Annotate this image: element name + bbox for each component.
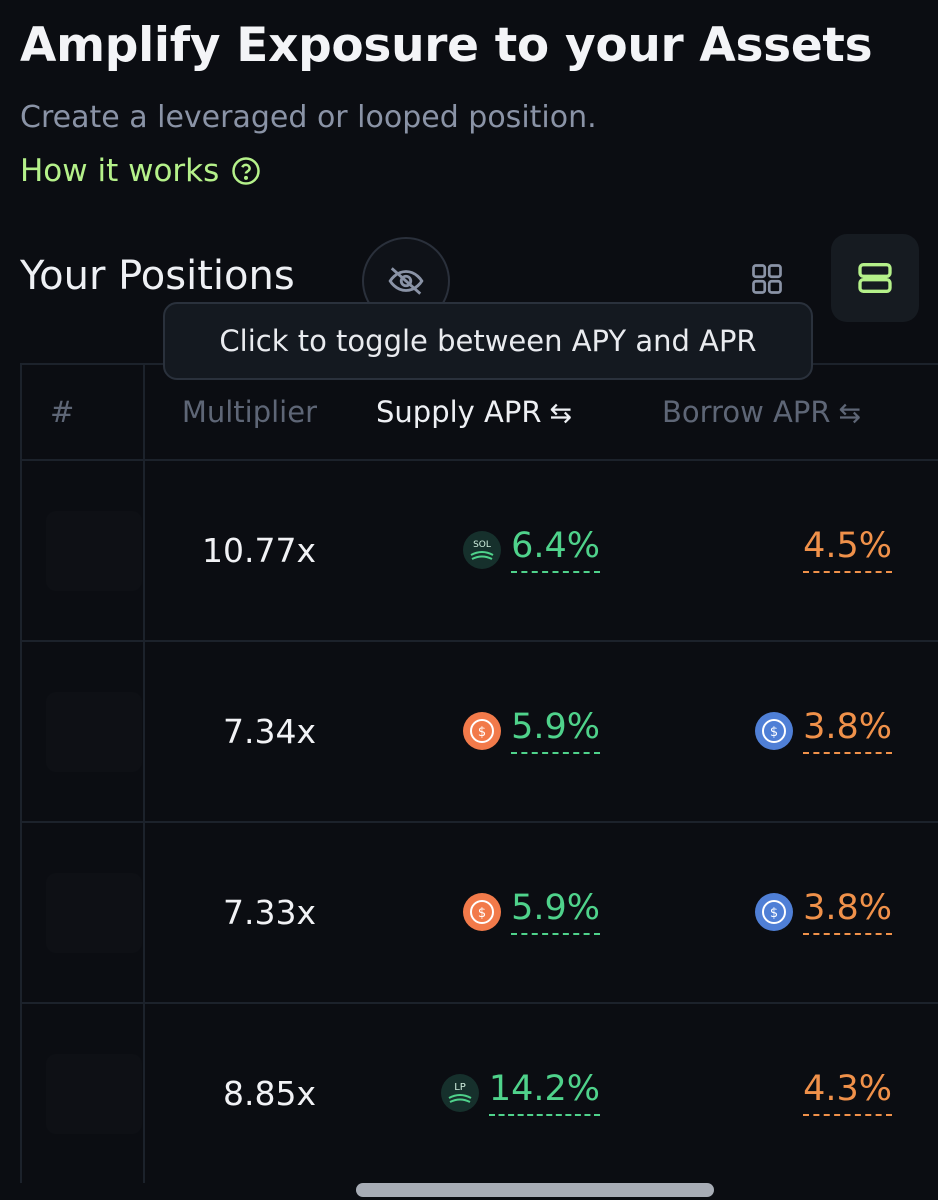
page-subtitle: Create a leveraged or looped position. (20, 100, 597, 135)
position-thumbnail (46, 511, 142, 591)
header-supply-apr[interactable]: Supply APR ⇆ (376, 395, 572, 429)
grid-view-icon (752, 264, 782, 294)
sol-token-label: SOL (473, 540, 491, 550)
page-title: Amplify Exposure to your Assets (20, 18, 873, 73)
header-borrow-apr[interactable]: Borrow APR ⇆ (662, 395, 861, 429)
supply-apr-cell[interactable]: $ 5.9% (463, 889, 600, 935)
list-view-icon (858, 263, 892, 293)
borrow-apr-cell[interactable]: 4.3% (803, 1070, 892, 1116)
usdc-token-icon: $ (463, 892, 502, 931)
list-view-button[interactable] (831, 234, 919, 322)
borrow-apr-value: 4.5% (803, 527, 892, 573)
borrow-apr-cell[interactable]: $ 3.8% (755, 889, 892, 935)
position-thumbnail (46, 692, 142, 772)
multiplier-value: 7.34x (222, 712, 316, 751)
swap-icon: ⇆ (838, 398, 862, 429)
horizontal-scrollbar[interactable] (356, 1183, 714, 1197)
usdc-token-icon: $ (755, 711, 794, 750)
borrow-apr-value: 3.8% (803, 889, 892, 935)
apr-toggle-tooltip: Click to toggle between APY and APR (163, 302, 813, 380)
usdc-token-symbol: $ (770, 906, 778, 921)
supply-apr-value: 5.9% (511, 708, 600, 754)
usdc-token-symbol: $ (478, 725, 486, 740)
lp-token-icon: LP (440, 1073, 479, 1112)
header-supply-label: Supply APR (376, 395, 542, 429)
lp-token-label: LP (454, 1082, 466, 1093)
header-index: # (50, 395, 75, 429)
table-row[interactable]: 8.85x LP 14.2% 4.3% (22, 1004, 938, 1183)
usdc-token-symbol: $ (770, 725, 778, 740)
supply-apr-value: 14.2% (488, 1070, 600, 1116)
header-borrow-label: Borrow APR (662, 395, 831, 429)
supply-apr-value: 5.9% (511, 889, 600, 935)
table-row[interactable]: 7.34x $ 5.9% $ 3.8% (22, 642, 938, 823)
usdc-token-symbol: $ (478, 906, 486, 921)
swap-icon: ⇆ (549, 398, 573, 429)
usdc-token-icon: $ (755, 892, 794, 931)
borrow-apr-cell[interactable]: 4.5% (803, 527, 892, 573)
how-it-works-label: How it works (20, 153, 220, 189)
header-multiplier[interactable]: Multiplier (147, 395, 317, 429)
supply-apr-cell[interactable]: $ 5.9% (463, 708, 600, 754)
position-thumbnail (46, 873, 142, 953)
table-row[interactable]: 10.77x SOL 6.4% 4.5% (22, 461, 938, 642)
multiplier-value: 7.33x (222, 893, 316, 932)
position-thumbnail (46, 1054, 142, 1134)
eye-off-icon (388, 267, 424, 295)
multiplier-value: 10.77x (201, 531, 316, 570)
how-it-works-link[interactable]: How it works (20, 153, 261, 189)
borrow-apr-value: 3.8% (803, 708, 892, 754)
multiplier-value: 8.85x (222, 1074, 316, 1113)
supply-apr-cell[interactable]: SOL 6.4% (463, 527, 600, 573)
header-multiplier-label: Multiplier (181, 395, 317, 429)
supply-apr-cell[interactable]: LP 14.2% (440, 1070, 600, 1116)
supply-apr-value: 6.4% (511, 527, 600, 573)
sol-token-icon: SOL (463, 530, 502, 569)
positions-table: # Multiplier Supply APR ⇆ Borrow APR ⇆ 10.… (20, 363, 938, 1183)
table-row[interactable]: 7.33x $ 5.9% $ 3.8% (22, 823, 938, 1004)
borrow-apr-cell[interactable]: $ 3.8% (755, 708, 892, 754)
positions-title: Your Positions (20, 253, 295, 299)
borrow-apr-value: 4.3% (803, 1070, 892, 1116)
question-circle-icon (232, 157, 261, 185)
usdc-token-icon: $ (463, 711, 502, 750)
